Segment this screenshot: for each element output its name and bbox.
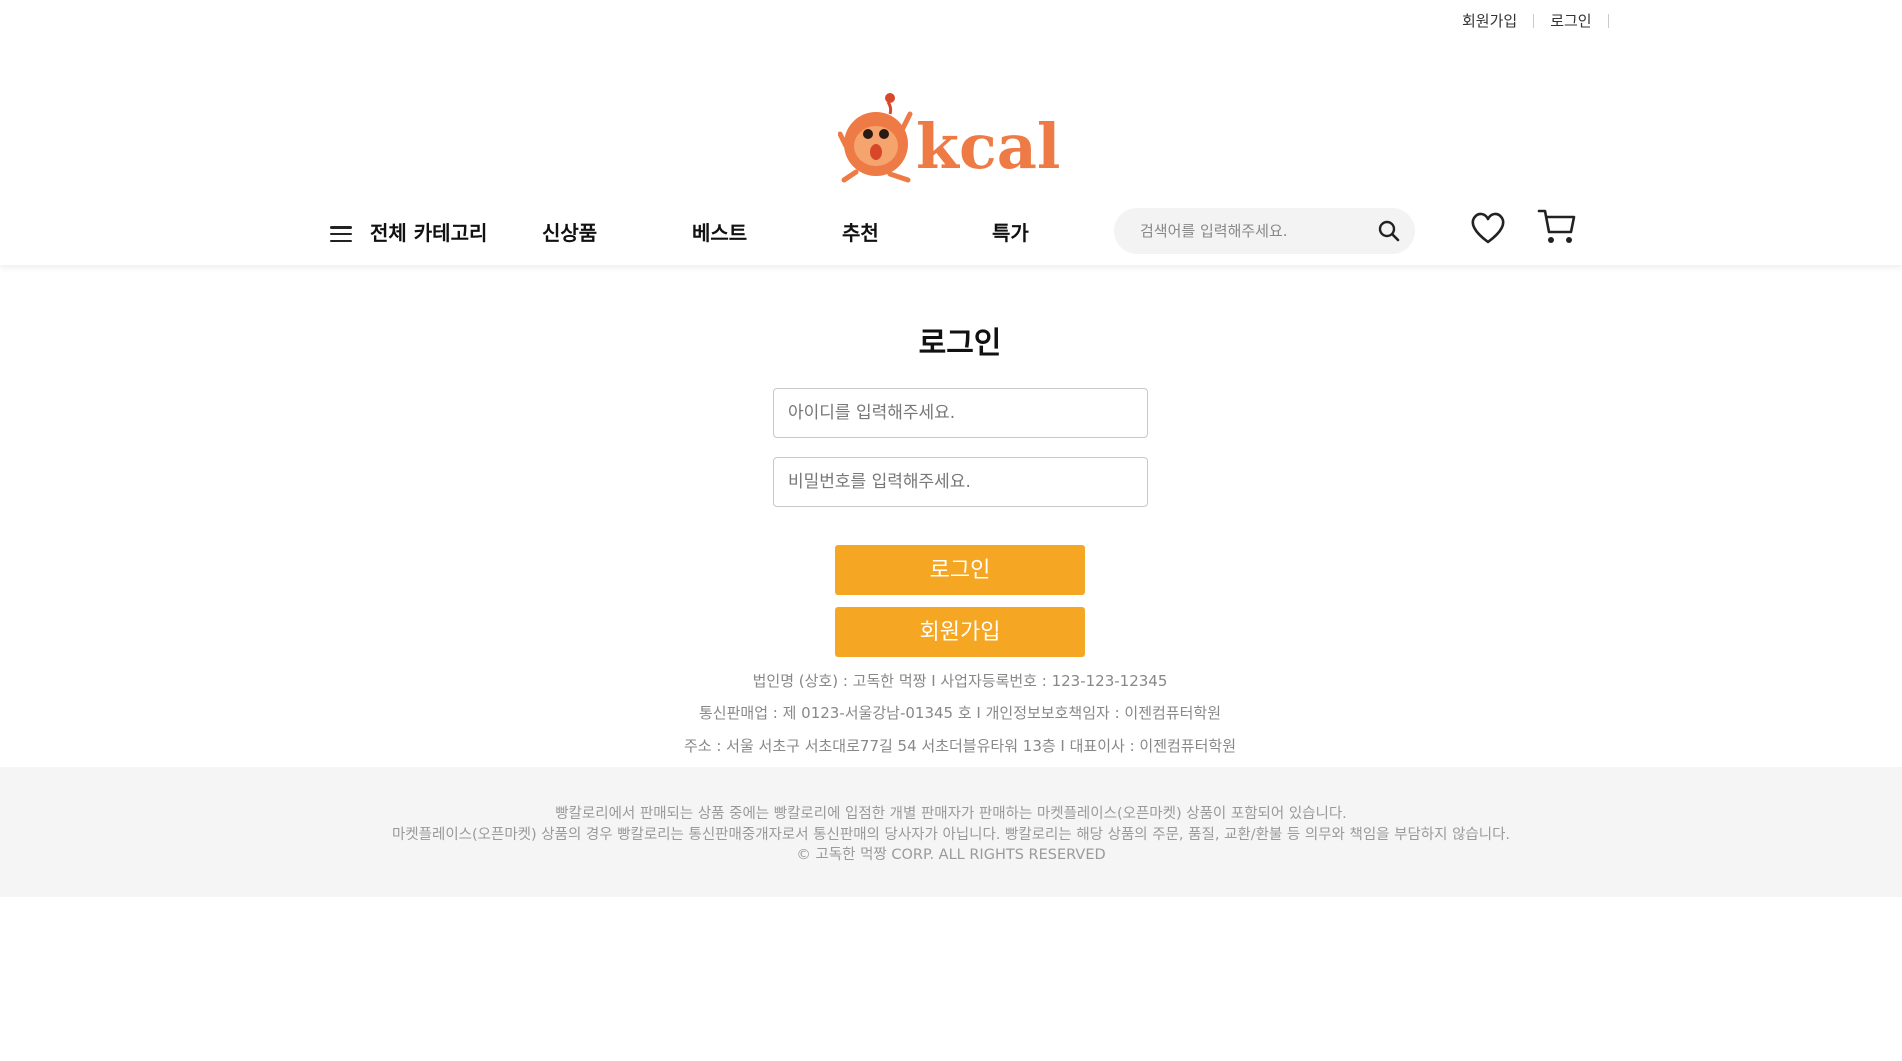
login-button[interactable]: 로그인 [835,545,1085,595]
hamburger-icon[interactable] [330,220,360,242]
footer-notice: 마켓플레이스(오픈마켓) 상품의 경우 빵칼로리는 통신판매중개자로서 통신판매… [391,826,1511,843]
top-utility-bar: 회원가입 로그인 [1462,10,1625,31]
divider [1533,13,1535,28]
logo-text: kcal [916,110,1060,183]
company-info-line: 법인명 (상호) : 고독한 먹짱 I 사업자등록번호 : 123-123-12… [752,672,1168,690]
kcal-logo[interactable]: kcal [838,90,1082,188]
signup-link[interactable]: 회원가입 [1462,10,1517,31]
company-info-line: 통신판매업 : 제 0123-서울강남-01345 호 I 개인정보보호책임자 … [699,704,1221,722]
signup-button[interactable]: 회원가입 [835,607,1085,657]
cart-icon[interactable] [1537,208,1577,246]
footer-copyright: © 고독한 먹짱 CORP. ALL RIGHTS RESERVED [796,847,1106,863]
nav-recommended[interactable]: 추천 [842,217,992,246]
nav-all-category[interactable]: 전체 카테고리 [370,217,542,246]
main-nav: 전체 카테고리 신상품 베스트 추천 특가 [330,205,1070,257]
search-input[interactable] [1138,221,1362,241]
id-input[interactable] [773,388,1148,438]
nav-new-products[interactable]: 신상품 [542,217,692,246]
heart-icon[interactable] [1469,211,1507,245]
nav-best[interactable]: 베스트 [692,217,842,246]
search-icon[interactable] [1377,219,1401,243]
login-link[interactable]: 로그인 [1550,10,1591,31]
nav-special-sale[interactable]: 특가 [992,217,1070,246]
password-input[interactable] [773,457,1148,507]
search-bar [1114,208,1415,254]
footer-notice: 빵칼로리에서 판매되는 상품 중에는 빵칼로리에 입점한 개별 판매자가 판매하… [555,806,1347,822]
page-title: 로그인 [918,326,1002,361]
company-info-line: 주소 : 서울 서초구 서초대로77길 54 서초더블유타워 13층 I 대표이… [683,737,1237,755]
footer: 빵칼로리에서 판매되는 상품 중에는 빵칼로리에 입점한 개별 판매자가 판매하… [0,767,1902,897]
mascot-icon [838,93,913,183]
divider [1607,13,1609,28]
